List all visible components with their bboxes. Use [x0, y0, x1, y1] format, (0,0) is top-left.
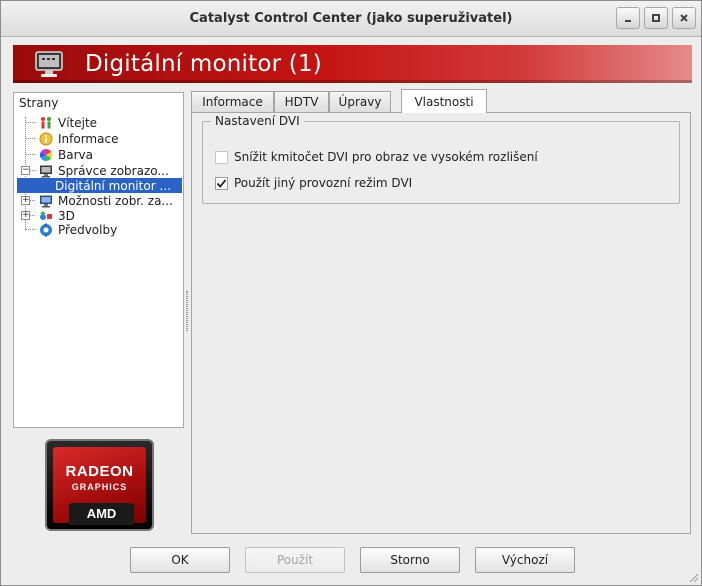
sidebar-item-label: Barva [58, 147, 93, 162]
color-wheel-icon [39, 148, 53, 161]
sidebar-item-3d[interactable]: 3D [39, 208, 75, 223]
sidebar-item-information[interactable]: Informace [39, 131, 118, 146]
sidebar-item-label: Předvolby [58, 222, 118, 237]
minimize-icon [625, 20, 631, 22]
sidebar-item-label: Informace [58, 131, 119, 146]
minimize-button[interactable] [616, 7, 640, 29]
tab-hdtv[interactable]: HDTV [274, 91, 329, 112]
close-icon [680, 14, 688, 22]
maximize-icon [652, 14, 660, 22]
sidebar-item-label: Možnosti zobr. za... [58, 193, 173, 208]
sidebar-item-digital-monitor[interactable]: Digitální monitor ... [17, 178, 182, 193]
dvi-settings-group: Nastavení DVI Snížit kmitočet DVI pro ob… [202, 114, 680, 204]
logo-radeon-text: RADEON [65, 463, 134, 480]
radeon-logo: RADEON GRAPHICS AMD [45, 439, 154, 531]
apply-button[interactable]: Použít [245, 547, 345, 573]
close-button[interactable] [672, 7, 696, 29]
pane-splitter[interactable] [185, 291, 189, 331]
maximize-button[interactable] [644, 7, 668, 29]
display-options-icon [40, 195, 52, 207]
sidebar-item-label: 3D [58, 208, 75, 223]
defaults-button[interactable]: Výchozí [475, 547, 575, 573]
logo-amd-text: AMD [69, 503, 134, 525]
logo-graphics-text: GRAPHICS [71, 482, 128, 492]
preferences-icon [40, 223, 52, 236]
title-bar[interactable]: Catalyst Control Center (jako superuživa… [1, 1, 701, 37]
tab-adjustments[interactable]: Úpravy [329, 91, 391, 112]
sidebar-item-color[interactable]: Barva [39, 147, 93, 162]
dvi-settings-title: Nastavení DVI [211, 114, 304, 128]
sidebar-item-label: Digitální monitor ... [55, 178, 171, 193]
sidebar-item-label: Vítejte [58, 115, 98, 130]
sidebar-item-preferences[interactable]: Předvolby [39, 222, 117, 237]
resize-grip-icon[interactable] [687, 571, 699, 583]
page-title: Digitální monitor (1) [85, 51, 322, 77]
tab-properties[interactable]: Vlastnosti [401, 89, 487, 113]
checkmark-icon [216, 178, 227, 188]
expander-display-options[interactable]: + [21, 196, 30, 205]
page-banner: Digitální monitor (1) [13, 45, 692, 83]
alternate-dvi-mode-label: Použít jiný provozní režim DVI [234, 176, 413, 190]
sidebar-item-display-manager[interactable]: Správce zobrazo... [39, 163, 169, 178]
welcome-icon [41, 116, 51, 128]
reduce-dvi-frequency-label: Snížit kmitočet DVI pro obraz ve vysokém… [234, 150, 538, 164]
ok-button[interactable]: OK [130, 547, 230, 573]
monitor-icon [35, 51, 63, 77]
info-icon [39, 132, 53, 145]
cancel-button[interactable]: Storno [360, 547, 460, 573]
display-manager-icon [40, 165, 52, 177]
window-title: Catalyst Control Center (jako superuživa… [189, 11, 513, 26]
sidebar-item-display-options[interactable]: Možnosti zobr. za... [39, 193, 173, 208]
reduce-dvi-frequency-checkbox[interactable] [215, 150, 228, 164]
alternate-dvi-mode-option[interactable]: Použít jiný provozní režim DVI [215, 176, 412, 190]
alternate-dvi-mode-checkbox[interactable] [215, 176, 228, 190]
3d-icon [40, 210, 52, 220]
expander-display-manager[interactable]: − [21, 166, 30, 175]
expander-3d[interactable]: + [21, 211, 30, 220]
properties-panel: Nastavení DVI Snížit kmitočet DVI pro ob… [191, 112, 691, 534]
main-window: Catalyst Control Center (jako superuživa… [0, 0, 702, 586]
sidebar-item-welcome[interactable]: Vítejte [39, 115, 97, 130]
reduce-dvi-frequency-option[interactable]: Snížit kmitočet DVI pro obraz ve vysokém… [215, 150, 538, 164]
sidebar-tree[interactable]: Strany − + + Vítejte Informace Barva Spr… [13, 92, 184, 428]
sidebar-item-label: Správce zobrazo... [58, 163, 169, 178]
sidebar-header: Strany [19, 96, 59, 110]
tab-information[interactable]: Informace [191, 91, 274, 112]
